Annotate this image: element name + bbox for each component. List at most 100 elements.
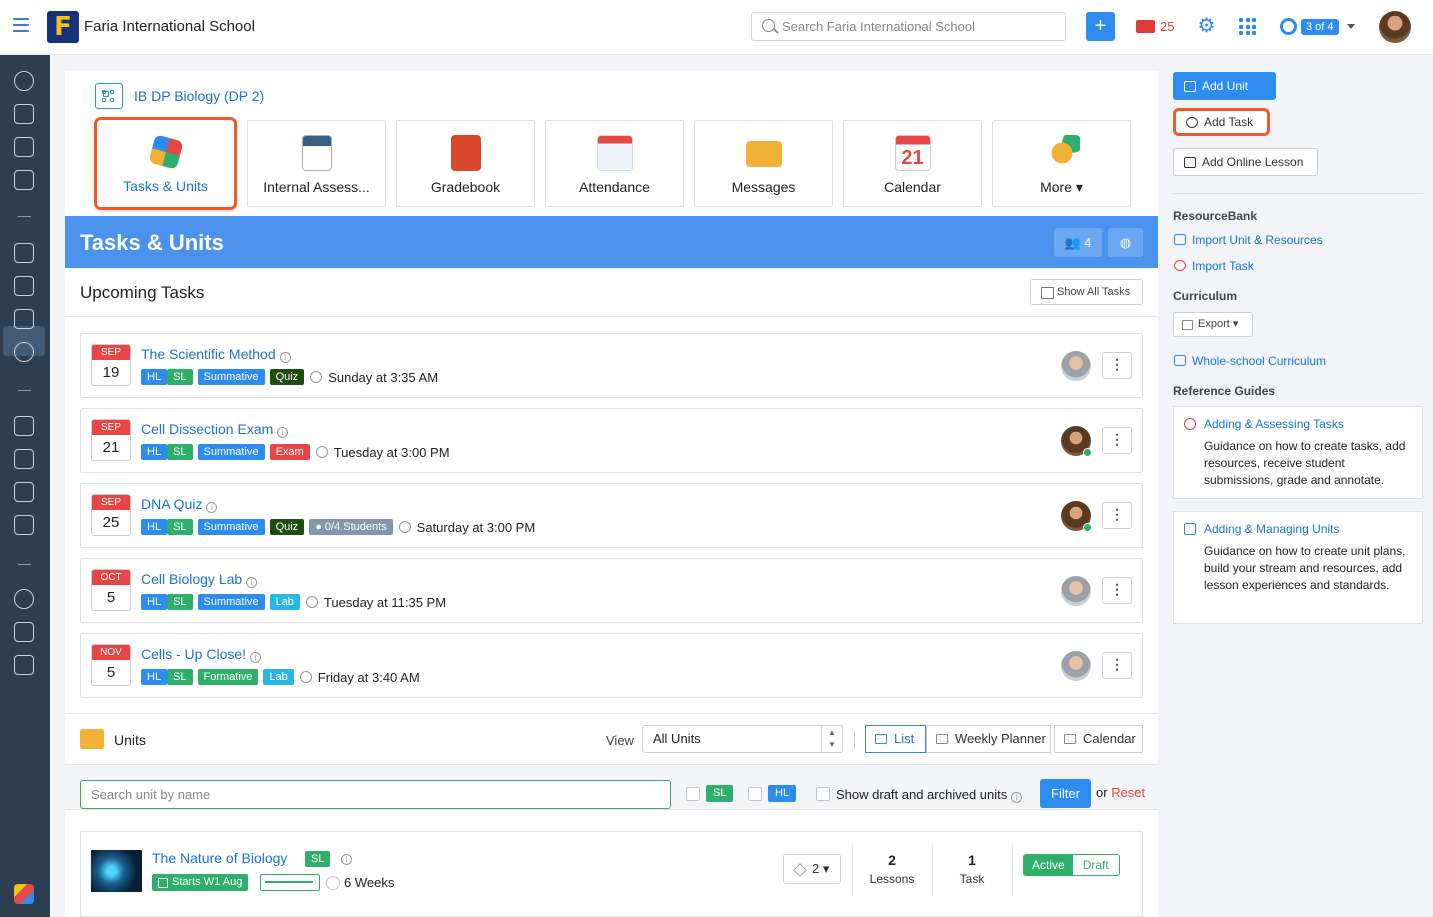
dashboard-icon[interactable] — [14, 71, 34, 91]
task-card[interactable]: SEP 21 Cell Dissection Exam i HL SL Summat… — [80, 408, 1143, 473]
task-menu-button[interactable]: ⋮ — [1102, 427, 1132, 454]
task-name[interactable]: The Scientific Method — [141, 346, 276, 362]
unit-status-toggle[interactable]: Active Draft — [1023, 854, 1120, 876]
users-icon[interactable] — [14, 342, 34, 362]
global-search-input[interactable]: Search Faria International School — [751, 12, 1066, 41]
guide-title-link[interactable]: Adding & Managing Units — [1184, 522, 1412, 536]
add-task-button[interactable]: Add Task — [1173, 108, 1270, 136]
unit-name-link[interactable]: The Nature of Biology — [152, 850, 287, 866]
reset-link[interactable]: Reset — [1111, 785, 1145, 800]
guide-title[interactable]: Adding & Managing Units — [1204, 522, 1339, 536]
tile-messages[interactable]: Messages — [694, 120, 833, 207]
mail-icon[interactable] — [1136, 20, 1155, 33]
show-draft-checkbox[interactable] — [816, 787, 830, 801]
view-select[interactable]: All Units ▲ ▼ — [642, 725, 843, 753]
import-unit-link[interactable]: Import Unit & Resources — [1173, 233, 1323, 247]
account-switch-badge[interactable]: 3 of 4 — [1301, 19, 1339, 35]
task-name-link[interactable]: The Scientific Method i — [141, 346, 291, 363]
status-draft[interactable]: Draft — [1072, 855, 1119, 875]
filter-button[interactable]: Filter — [1040, 779, 1091, 808]
import-task-link[interactable]: Import Task — [1173, 259, 1254, 273]
community-icon[interactable] — [14, 589, 34, 609]
mail-count[interactable]: 25 — [1160, 19, 1174, 34]
chart-icon[interactable] — [14, 515, 34, 535]
students-submitted-badge[interactable]: ● 0/4 Students — [309, 519, 393, 535]
info-icon[interactable]: i — [341, 854, 352, 865]
show-all-tasks-button[interactable]: Show All Tasks — [1030, 279, 1143, 305]
help-lifebuoy-icon[interactable] — [1280, 18, 1297, 35]
apps-grid-icon[interactable] — [1239, 18, 1256, 35]
analytics-icon[interactable] — [14, 137, 34, 157]
unit-stack-count: 2 — [812, 861, 820, 876]
guide-title-link[interactable]: Adding & Assessing Tasks — [1184, 417, 1412, 431]
info-icon[interactable]: i — [1011, 792, 1023, 803]
globe-icon[interactable]: ◍ — [1108, 228, 1143, 257]
status-active[interactable]: Active — [1024, 855, 1073, 875]
user-avatar[interactable] — [1379, 11, 1411, 43]
task-name[interactable]: DNA Quiz — [141, 496, 202, 512]
task-name-link[interactable]: Cell Biology Lab i — [141, 571, 258, 588]
view-calendar-button[interactable]: Calendar — [1054, 725, 1143, 753]
chevron-down-icon[interactable] — [1347, 24, 1355, 29]
whole-school-curriculum-link[interactable]: Whole-school Curriculum — [1173, 354, 1326, 368]
task-name-link[interactable]: Cells - Up Close! i — [141, 646, 262, 663]
course-grid-icon[interactable] — [95, 83, 123, 109]
home-icon[interactable] — [14, 104, 34, 124]
info-icon[interactable]: i — [277, 427, 289, 438]
info-icon[interactable]: i — [206, 502, 218, 513]
tile-attendance[interactable]: Attendance — [545, 120, 684, 207]
create-new-button[interactable]: + — [1086, 12, 1115, 41]
unit-card[interactable]: The Nature of Biology SL i Starts W1 Aug… — [80, 831, 1143, 917]
map-icon[interactable] — [14, 482, 34, 502]
task-card[interactable]: SEP 25 DNA Quiz i HL SL Summative Quiz ● 0… — [80, 483, 1143, 548]
hamburger-menu-icon[interactable] — [13, 18, 29, 32]
tile-internal-assessment[interactable]: Internal Assess... — [247, 120, 386, 207]
unit-tasks-count[interactable]: 1 Task — [932, 852, 1012, 886]
classes-icon[interactable] — [14, 243, 34, 263]
add-unit-button[interactable]: Add Unit — [1173, 72, 1276, 100]
unit-stack-button[interactable]: 2 ▾ — [783, 854, 841, 884]
hl-checkbox[interactable] — [748, 787, 762, 801]
view-list-button[interactable]: List — [865, 725, 926, 753]
tile-more[interactable]: More ▾ — [992, 120, 1131, 207]
course-title[interactable]: IB DP Biology (DP 2) — [134, 88, 264, 104]
sl-checkbox[interactable] — [686, 787, 700, 801]
unit-lessons-count[interactable]: 2 Lessons — [852, 852, 932, 886]
gear-icon[interactable]: ⚙ — [1197, 16, 1216, 36]
task-name[interactable]: Cell Dissection Exam — [141, 421, 273, 437]
add-online-lesson-button[interactable]: Add Online Lesson — [1173, 148, 1318, 176]
task-name[interactable]: Cells - Up Close! — [141, 646, 246, 662]
info-icon[interactable]: i — [250, 652, 262, 663]
task-name[interactable]: Cell Biology Lab — [141, 571, 242, 587]
task-menu-button[interactable]: ⋮ — [1102, 577, 1132, 604]
tile-gradebook[interactable]: Gradebook — [396, 120, 535, 207]
guide-card[interactable]: Adding & Assessing Tasks Guidance on how… — [1173, 406, 1423, 499]
tile-tasks-units[interactable]: Tasks & Units — [94, 117, 237, 210]
info-icon[interactable]: i — [246, 577, 258, 588]
view-weekly-planner-button[interactable]: Weekly Planner — [926, 725, 1051, 753]
task-menu-button[interactable]: ⋮ — [1102, 352, 1132, 379]
teacher-icon[interactable] — [14, 276, 34, 296]
guide-card[interactable]: Adding & Managing Units Guidance on how … — [1173, 511, 1423, 624]
task-menu-button[interactable]: ⋮ — [1102, 502, 1132, 529]
info-icon[interactable]: i — [279, 352, 291, 363]
calendar-clock-icon[interactable] — [14, 416, 34, 436]
documents-icon[interactable] — [14, 449, 34, 469]
unit-search-input[interactable]: Search unit by name — [80, 780, 671, 809]
tile-calendar[interactable]: 21 Calendar — [843, 120, 982, 207]
guide-title[interactable]: Adding & Assessing Tasks — [1204, 417, 1344, 431]
task-card[interactable]: OCT 5 Cell Biology Lab i HL SL Summative L… — [80, 558, 1143, 623]
task-name-link[interactable]: Cell Dissection Exam i — [141, 421, 289, 438]
signal-icon[interactable] — [14, 622, 34, 642]
cube-icon[interactable] — [14, 309, 34, 329]
faria-logo-icon[interactable]: F — [47, 11, 79, 43]
task-card[interactable]: SEP 19 The Scientific Method i HL SL Summa… — [80, 333, 1143, 398]
task-name-link[interactable]: DNA Quiz i — [141, 496, 218, 513]
export-button[interactable]: Export ▾ — [1173, 312, 1253, 337]
task-card[interactable]: NOV 5 Cells - Up Close! i HL SL Formative … — [80, 633, 1143, 698]
flag-icon[interactable] — [14, 655, 34, 675]
students-button[interactable]: 👥 4 — [1054, 228, 1102, 257]
faria-app-logo-icon[interactable] — [14, 884, 34, 904]
briefcase-icon[interactable] — [14, 170, 34, 190]
task-menu-button[interactable]: ⋮ — [1102, 652, 1132, 679]
